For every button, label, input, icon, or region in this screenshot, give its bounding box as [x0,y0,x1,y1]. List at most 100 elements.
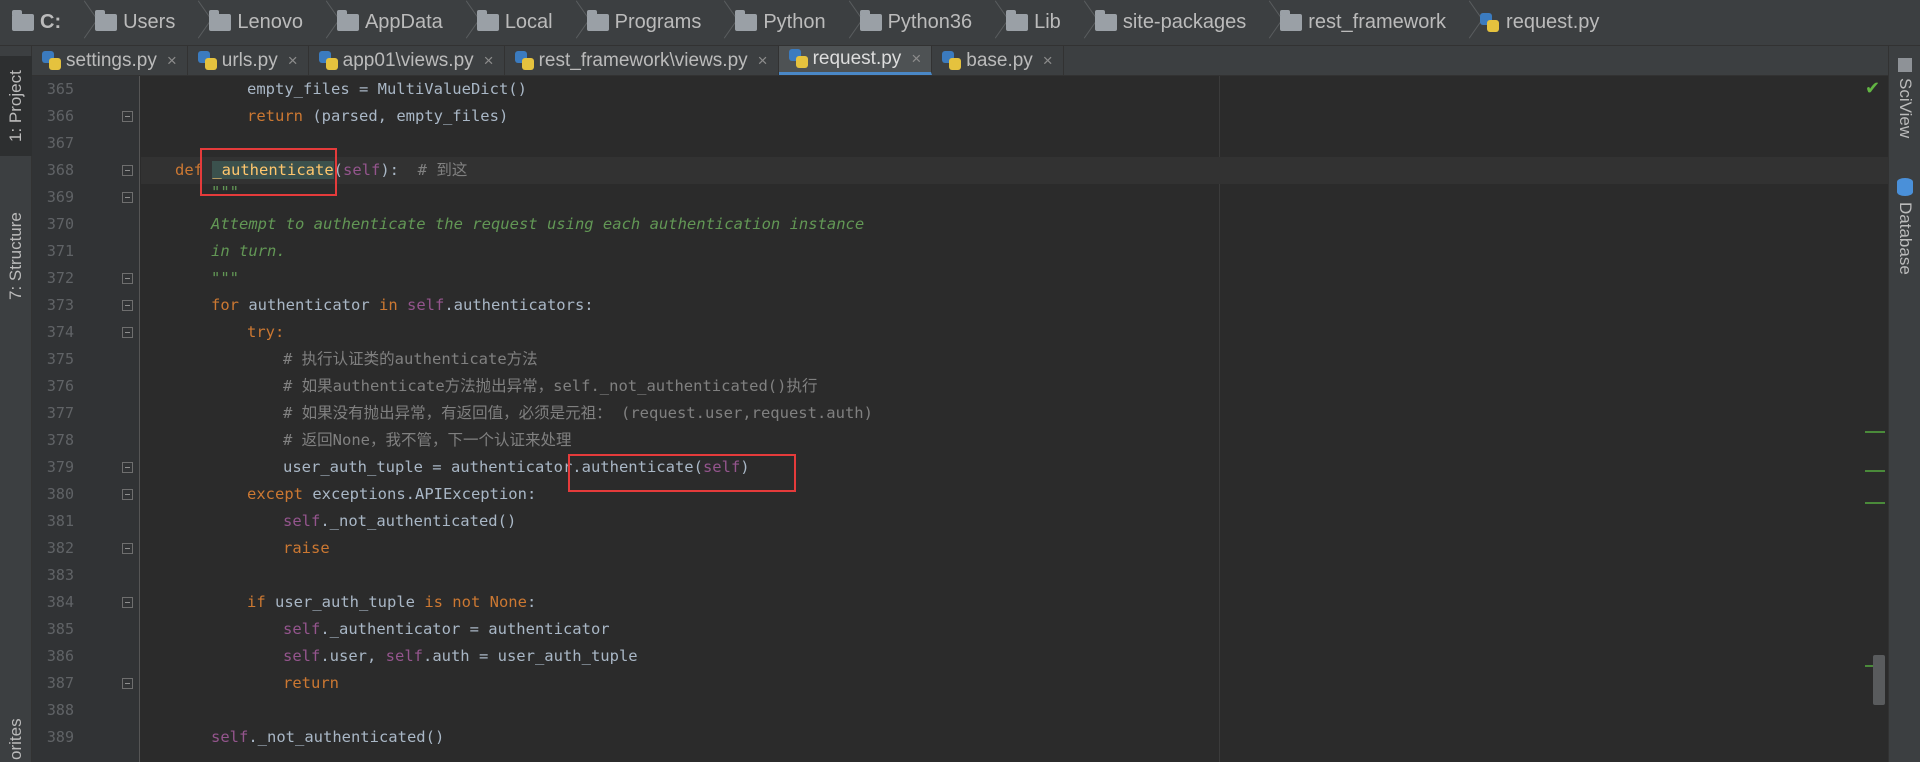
line-number: 370 [46,215,74,233]
favorites-label: orites [6,718,25,760]
line-number: 384 [46,593,74,611]
close-icon[interactable]: × [484,51,494,71]
code-line-385: self._authenticator = authenticator [283,620,610,638]
code-line-387: return [283,674,339,692]
editor-tab-label: urls.py [221,49,278,71]
line-number: 387 [46,674,74,692]
line-number: 389 [46,728,74,746]
close-icon[interactable]: × [167,51,177,71]
vertical-scrollbar-thumb[interactable] [1873,655,1885,705]
breadcrumb-separator [1260,0,1270,45]
close-icon[interactable]: × [1043,51,1053,71]
breadcrumb-item[interactable]: site-packages [1094,0,1260,45]
code-line-378: # 返回None，我不管，下一个认证来处理 [283,431,572,449]
fold-marker-icon[interactable] [122,597,133,608]
editor-tab-label: request.py [812,48,902,69]
folder-icon [859,10,882,31]
folder-icon [476,10,499,31]
fold-marker-icon[interactable] [122,192,133,203]
editor-tab[interactable]: base.py × [932,46,1064,75]
python-file-icon [514,50,535,71]
sciview-label: SciView [1896,78,1915,139]
folder-icon [95,10,118,31]
tool-tab-structure[interactable]: 7: Structure [0,196,32,316]
editor-tab[interactable]: rest_framework\views.py × [505,46,779,75]
code-line-373: for authenticator in self.authenticators… [211,296,594,314]
line-number: 377 [46,404,74,422]
editor-tab-label: base.py [966,49,1033,71]
code-line-377: # 如果没有抛出异常，有返回值，必须是元祖： (request.user,req… [283,404,873,422]
line-number: 386 [46,647,74,665]
code-editor[interactable]: empty_files = MultiValueDict() return (p… [141,76,1888,762]
change-marker[interactable] [1865,470,1885,472]
editor-tab[interactable]: request.py × [778,46,933,75]
close-icon[interactable]: × [758,51,768,71]
breadcrumb-label: Python [763,11,826,33]
breadcrumb-label: AppData [364,11,443,33]
change-marker[interactable] [1865,431,1885,433]
fold-marker-icon[interactable] [122,543,133,554]
close-icon[interactable]: × [911,49,921,69]
fold-marker-icon[interactable] [122,300,133,311]
tool-tab-favorites[interactable]: orites [0,716,32,762]
fold-marker-icon[interactable] [122,111,133,122]
tool-tab-project[interactable]: 1: Project [0,56,32,156]
breadcrumb-label: Local [504,11,553,33]
breadcrumb-item[interactable]: Programs [586,0,716,45]
breadcrumb-item[interactable]: request.py [1480,0,1613,45]
breadcrumb-item[interactable]: Local [476,0,567,45]
breadcrumb-item[interactable]: rest_framework [1280,0,1460,45]
database-icon [1897,178,1913,196]
breadcrumb-item[interactable]: C: [12,0,75,45]
close-icon[interactable]: × [288,51,298,71]
breadcrumb-separator [1460,0,1470,45]
code-line-382: raise [283,539,330,557]
line-number: 380 [46,485,74,503]
tool-tab-database[interactable]: Database [1889,178,1920,298]
code-line-380: except exceptions.APIException: [247,485,537,503]
breadcrumb-separator [567,0,577,45]
code-line-375: # 执行认证类的authenticate方法 [283,350,538,368]
breadcrumb-item[interactable]: Lib [1006,0,1075,45]
breadcrumb-item[interactable]: Python [735,0,839,45]
left-tool-strip: 1: Project 7: Structure orites [0,46,32,762]
project-label: 1: Project [6,70,25,142]
line-number: 382 [46,539,74,557]
fold-marker-icon[interactable] [122,327,133,338]
fold-marker-icon[interactable] [122,678,133,689]
code-line-379: user_auth_tuple = authenticator.authenti… [283,458,750,476]
breadcrumb-item[interactable]: Python36 [859,0,987,45]
tool-tab-sciview[interactable]: SciView [1889,58,1920,148]
code-line-389: self._not_authenticated() [211,728,445,746]
breadcrumb-separator [715,0,725,45]
fold-marker-icon[interactable] [122,462,133,473]
line-number: 383 [46,566,74,584]
structure-label: 7: Structure [6,212,25,300]
function-name-highlight: _authenticate [212,161,334,179]
editor-tab[interactable]: settings.py × [32,46,188,75]
breadcrumb-item[interactable]: AppData [336,0,457,45]
breadcrumb-item[interactable]: Users [95,0,189,45]
breadcrumb-item[interactable]: Lenovo [209,0,317,45]
breadcrumb-separator [317,0,327,45]
fold-marker-icon[interactable] [122,489,133,500]
change-marker[interactable] [1865,502,1885,504]
line-number: 388 [46,701,74,719]
fold-marker-icon[interactable] [122,273,133,284]
database-label: Database [1896,202,1915,275]
editor-tab[interactable]: app01\views.py × [309,46,505,75]
code-line-371: in turn. [211,242,286,260]
folder-icon [1280,10,1303,31]
python-file-icon [42,50,62,71]
folder-icon [1094,10,1117,31]
fold-marker-icon[interactable] [122,165,133,176]
editor-tab[interactable]: urls.py × [188,46,309,75]
python-file-icon [788,49,809,69]
line-number: 369 [46,188,74,206]
inspection-ok-icon[interactable]: ✔ [1865,78,1883,99]
line-number: 367 [46,134,74,152]
line-number: 378 [46,431,74,449]
line-number: 385 [46,620,74,638]
code-line-372: """ [211,269,239,287]
gutter: 365 366 367 368 369 370 371 372 373 374 375 376 377 3… [32,76,140,762]
